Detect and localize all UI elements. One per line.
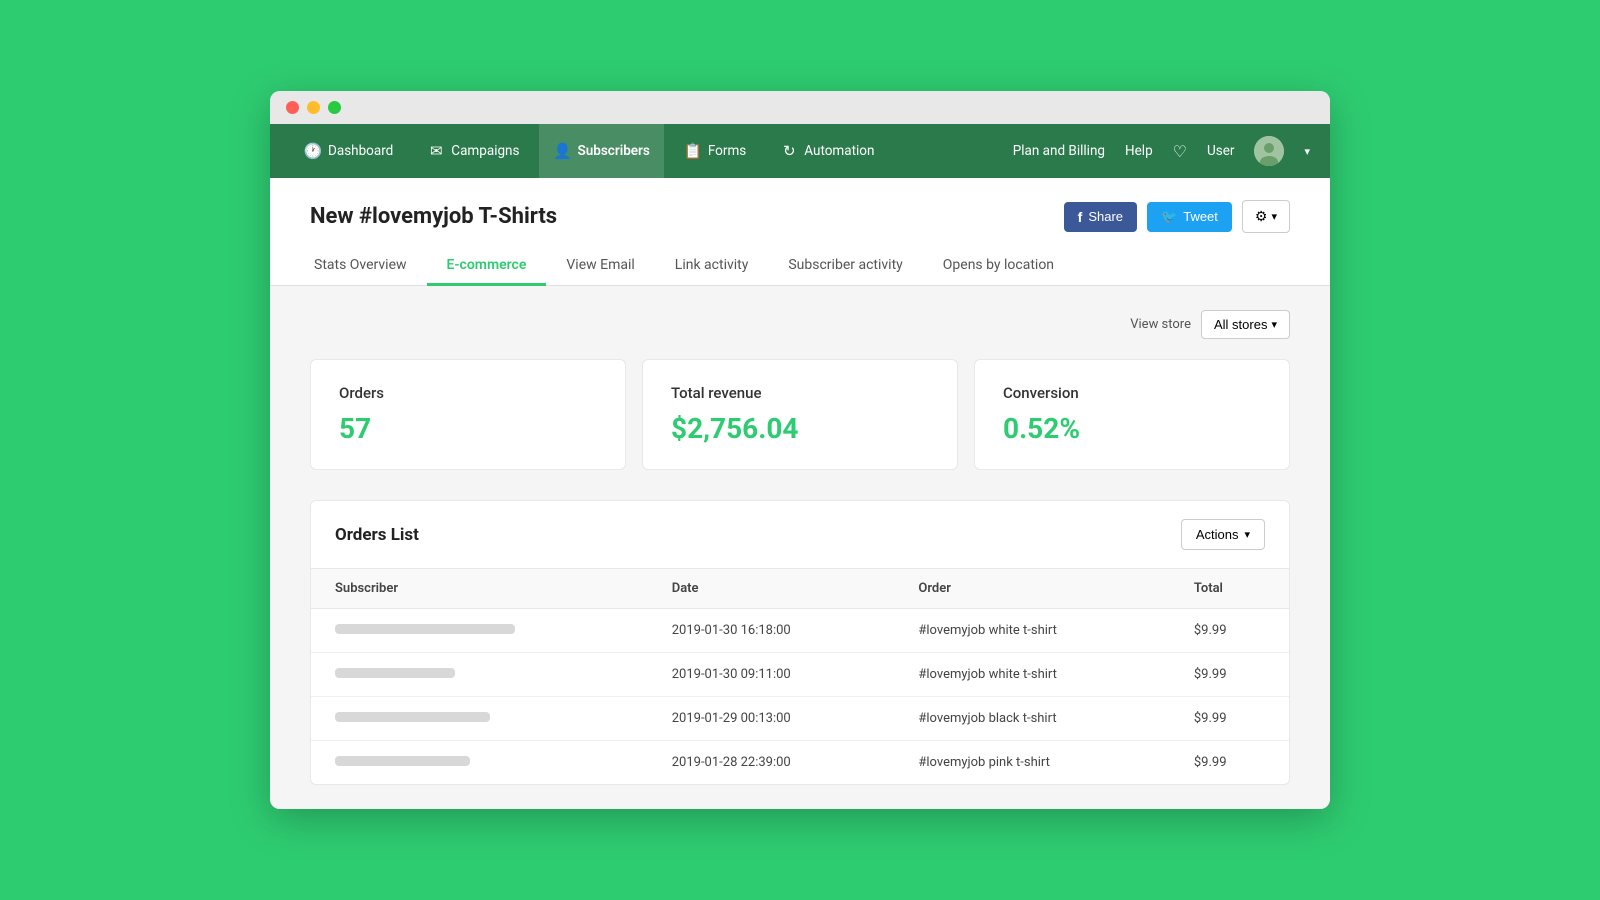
revenue-card: Total revenue $2,756.04	[642, 359, 958, 470]
cell-subscriber-3	[311, 741, 648, 785]
content-area: New #lovemyjob T-Shirts f Share 🐦 Tweet …	[270, 178, 1330, 809]
orders-section: Orders List Actions ▾ Subscriber Da	[310, 500, 1290, 785]
table-row: 2019-01-30 09:11:00 #lovemyjob white t-s…	[311, 653, 1289, 697]
tab-bar: Stats Overview E-commerce View Email Lin…	[270, 247, 1330, 286]
facebook-icon: f	[1078, 209, 1083, 225]
tab-view-email[interactable]: View Email	[546, 247, 654, 286]
gear-icon: ⚙	[1255, 208, 1268, 225]
cell-order-1: #lovemyjob white t-shirt	[894, 653, 1169, 697]
nav-item-subscribers[interactable]: 👤 Subscribers	[539, 124, 663, 178]
tweet-button[interactable]: 🐦 Tweet	[1147, 202, 1232, 232]
browser-window: 🕐 Dashboard ✉ Campaigns 👤 Subscribers 📋 …	[270, 91, 1330, 809]
orders-card: Orders 57	[310, 359, 626, 470]
subscriber-placeholder	[335, 756, 470, 766]
traffic-light-red[interactable]	[286, 101, 299, 114]
col-header-order: Order	[894, 569, 1169, 609]
revenue-value: $2,756.04	[671, 412, 929, 445]
all-stores-button[interactable]: All stores ▾	[1201, 310, 1290, 339]
orders-label: Orders	[339, 384, 597, 402]
cell-date-2: 2019-01-29 00:13:00	[648, 697, 895, 741]
cell-total-1: $9.99	[1170, 653, 1289, 697]
conversion-label: Conversion	[1003, 384, 1261, 402]
navbar: 🕐 Dashboard ✉ Campaigns 👤 Subscribers 📋 …	[270, 124, 1330, 178]
table-row: 2019-01-29 00:13:00 #lovemyjob black t-s…	[311, 697, 1289, 741]
automation-icon: ↻	[780, 142, 798, 160]
forms-icon: 📋	[684, 142, 702, 160]
browser-titlebar	[270, 91, 1330, 124]
all-stores-chevron: ▾	[1271, 318, 1277, 331]
subscriber-placeholder	[335, 624, 515, 634]
cell-order-2: #lovemyjob black t-shirt	[894, 697, 1169, 741]
settings-button[interactable]: ⚙ ▾	[1242, 200, 1290, 233]
subscriber-placeholder	[335, 712, 490, 722]
view-store-label: View store	[1130, 317, 1191, 332]
nav-label-forms: Forms	[708, 143, 746, 159]
plan-billing-link[interactable]: Plan and Billing	[1013, 143, 1105, 159]
conversion-value: 0.52%	[1003, 412, 1261, 445]
table-row: 2019-01-30 16:18:00 #lovemyjob white t-s…	[311, 609, 1289, 653]
nav-label-campaigns: Campaigns	[451, 143, 519, 159]
user-dropdown-chevron[interactable]: ▾	[1304, 145, 1310, 158]
nav-label-automation: Automation	[804, 143, 874, 159]
cell-date-3: 2019-01-28 22:39:00	[648, 741, 895, 785]
twitter-icon: 🐦	[1161, 209, 1177, 225]
main-content: View store All stores ▾ Orders 57 Total …	[270, 286, 1330, 809]
settings-chevron: ▾	[1271, 210, 1277, 223]
actions-button[interactable]: Actions ▾	[1181, 519, 1265, 550]
nav-label-subscribers: Subscribers	[577, 143, 649, 159]
nav-item-forms[interactable]: 📋 Forms	[670, 124, 760, 178]
nav-label-dashboard: Dashboard	[328, 143, 393, 159]
cell-total-0: $9.99	[1170, 609, 1289, 653]
cell-total-2: $9.99	[1170, 697, 1289, 741]
table-row: 2019-01-28 22:39:00 #lovemyjob pink t-sh…	[311, 741, 1289, 785]
cell-total-3: $9.99	[1170, 741, 1289, 785]
tab-stats-overview[interactable]: Stats Overview	[310, 247, 427, 286]
nav-item-automation[interactable]: ↻ Automation	[766, 124, 888, 178]
cell-date-0: 2019-01-30 16:18:00	[648, 609, 895, 653]
tab-opens-by-location[interactable]: Opens by location	[923, 247, 1074, 286]
cell-order-3: #lovemyjob pink t-shirt	[894, 741, 1169, 785]
orders-list-title: Orders List	[335, 525, 419, 545]
help-link[interactable]: Help	[1125, 143, 1153, 159]
nav-item-campaigns[interactable]: ✉ Campaigns	[413, 124, 533, 178]
table-header-row: Subscriber Date Order Total	[311, 569, 1289, 609]
col-header-date: Date	[648, 569, 895, 609]
user-avatar[interactable]	[1254, 136, 1284, 166]
campaigns-icon: ✉	[427, 142, 445, 160]
dashboard-icon: 🕐	[304, 142, 322, 160]
page-header: New #lovemyjob T-Shirts f Share 🐦 Tweet …	[270, 178, 1330, 233]
nav-right: Plan and Billing Help ♡ User ▾	[1013, 136, 1310, 166]
user-label: User	[1207, 143, 1234, 159]
traffic-light-yellow[interactable]	[307, 101, 320, 114]
orders-header: Orders List Actions ▾	[311, 501, 1289, 568]
revenue-label: Total revenue	[671, 384, 929, 402]
nav-left: 🕐 Dashboard ✉ Campaigns 👤 Subscribers 📋 …	[290, 124, 1013, 178]
nav-item-dashboard[interactable]: 🕐 Dashboard	[290, 124, 407, 178]
actions-chevron: ▾	[1244, 528, 1250, 541]
tab-link-activity[interactable]: Link activity	[655, 247, 769, 286]
tab-subscriber-activity[interactable]: Subscriber activity	[768, 247, 922, 286]
heart-icon[interactable]: ♡	[1173, 142, 1187, 161]
view-store-row: View store All stores ▾	[310, 310, 1290, 339]
cell-subscriber-1	[311, 653, 648, 697]
tab-e-commerce[interactable]: E-commerce	[427, 247, 547, 286]
stat-cards: Orders 57 Total revenue $2,756.04 Conver…	[310, 359, 1290, 470]
cell-order-0: #lovemyjob white t-shirt	[894, 609, 1169, 653]
cell-subscriber-2	[311, 697, 648, 741]
subscribers-icon: 👤	[553, 142, 571, 160]
orders-value: 57	[339, 412, 597, 445]
col-header-total: Total	[1170, 569, 1289, 609]
col-header-subscriber: Subscriber	[311, 569, 648, 609]
share-button[interactable]: f Share	[1064, 202, 1137, 232]
header-actions: f Share 🐦 Tweet ⚙ ▾	[1064, 200, 1290, 233]
traffic-light-green[interactable]	[328, 101, 341, 114]
orders-table: Subscriber Date Order Total	[311, 568, 1289, 784]
cell-subscriber-0	[311, 609, 648, 653]
page-title: New #lovemyjob T-Shirts	[310, 204, 557, 229]
subscriber-placeholder	[335, 668, 455, 678]
conversion-card: Conversion 0.52%	[974, 359, 1290, 470]
cell-date-1: 2019-01-30 09:11:00	[648, 653, 895, 697]
